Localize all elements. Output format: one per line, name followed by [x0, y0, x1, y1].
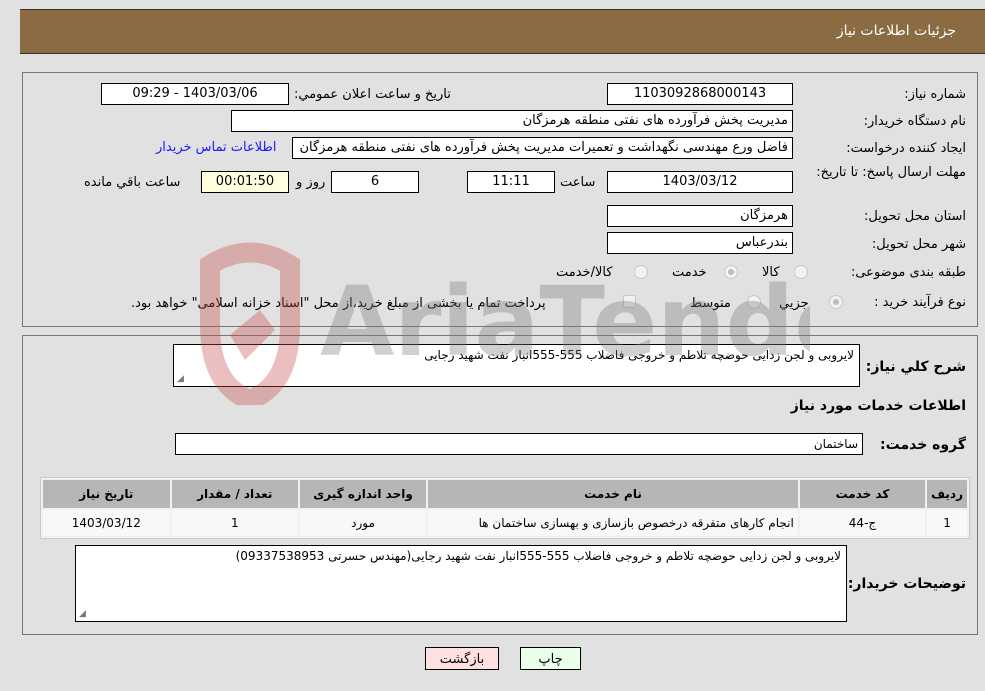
province-label: استان محل تحويل:: [864, 209, 966, 224]
purchase-option-medium: متوسط: [690, 296, 731, 311]
treasury-note: پرداخت تمام یا بخشی از مبلغ خرید،از محل …: [131, 296, 546, 311]
buyer-notes-text: لایروبی و لجن زدایی حوضچه تلاطم و خروجی …: [235, 549, 841, 563]
deadline-date-field: 1403/03/12: [607, 171, 793, 193]
cell-service-name: انجام کارهای متفرقه درخصوص بازسازی و بهس…: [428, 510, 798, 536]
category-radio-service[interactable]: [724, 265, 738, 279]
col-header-service-code: کد خدمت: [799, 480, 926, 508]
back-button[interactable]: بازگشت: [425, 647, 499, 670]
deadline-time-label: ساعت: [560, 175, 596, 190]
announce-datetime-field: 1403/03/06 - 09:29: [101, 83, 289, 105]
col-header-unit: واحد اندازه گيری: [299, 480, 427, 508]
col-header-need-date: تاريخ نياز: [43, 480, 170, 508]
city-field: بندرعباس: [607, 232, 793, 254]
category-radio-goods[interactable]: [794, 265, 808, 279]
summary-textarea[interactable]: لایروبی و لجن زدایی حوضچه تلاطم و خروجی …: [173, 344, 860, 387]
summary-text: لایروبی و لجن زدایی حوضچه تلاطم و خروجی …: [424, 348, 854, 362]
service-group-field: ساختمان: [175, 433, 863, 455]
cell-unit: مورد: [299, 510, 427, 536]
summary-label: شرح کلي نياز:: [865, 359, 966, 375]
province-field: هرمزگان: [607, 205, 793, 227]
buyer-org-label: نام دستگاه خريدار:: [863, 114, 966, 129]
services-heading: اطلاعات خدمات مورد نياز: [790, 398, 966, 414]
purchase-option-minor: جزيي: [779, 296, 809, 311]
time-remaining-field: 00:01:50: [201, 171, 289, 193]
services-table: رديف کد خدمت نام خدمت واحد اندازه گيری ت…: [40, 477, 970, 539]
page-header: جزئیات اطلاعات نیاز: [20, 9, 985, 54]
page-title: جزئیات اطلاعات نیاز: [836, 23, 956, 39]
deadline-time-field: 11:11: [467, 171, 555, 193]
cell-quantity: 1: [171, 510, 298, 536]
category-option-goods-service: کالا/خدمت: [556, 265, 613, 280]
need-number-label: شماره نیاز:: [904, 87, 966, 102]
deadline-label: مهلت ارسال پاسخ: تا تاریخ:: [816, 165, 966, 180]
days-remaining-field: 6: [331, 171, 419, 193]
category-label: طبقه بندی موضوعی:: [850, 265, 966, 280]
cell-row-number: 1: [927, 510, 967, 536]
buyer-notes-textarea[interactable]: لایروبی و لجن زدایی حوضچه تلاطم و خروجی …: [75, 545, 847, 622]
buyer-contact-link[interactable]: اطلاعات تماس خریدار: [156, 140, 276, 155]
table-header-row: رديف کد خدمت نام خدمت واحد اندازه گيری ت…: [43, 480, 967, 508]
resize-grip-icon[interactable]: ◢: [79, 609, 86, 619]
purchase-type-label: نوع فرآيند خريد :: [874, 295, 966, 310]
time-remaining-label: ساعت باقي مانده: [84, 175, 181, 190]
category-option-goods: کالا: [762, 265, 780, 280]
category-radio-goods-service[interactable]: [634, 265, 648, 279]
service-group-label: گروه خدمت:: [880, 437, 966, 453]
announce-datetime-label: تاریخ و ساعت اعلان عمومي:: [294, 87, 451, 102]
table-row: 1 ج-44 انجام کارهای متفرقه درخصوص بازساز…: [43, 510, 967, 536]
requester-label: ايجاد کننده درخواست:: [846, 141, 966, 156]
print-button[interactable]: چاپ: [520, 647, 581, 670]
cell-service-code: ج-44: [799, 510, 926, 536]
col-header-quantity: تعداد / مقدار: [171, 480, 298, 508]
purchase-radio-medium[interactable]: [747, 295, 761, 309]
treasury-checkbox[interactable]: [623, 295, 636, 308]
cell-need-date: 1403/03/12: [43, 510, 170, 536]
buyer-org-field: مدیریت پخش فرآورده های نفتی منطقه هرمزگا…: [231, 110, 793, 132]
buyer-notes-label: توضيحات خريدار:: [847, 576, 966, 592]
requester-field: فاضل ورع مهندسی نگهداشت و تعمیرات مدیریت…: [292, 137, 793, 159]
col-header-row-number: رديف: [927, 480, 967, 508]
col-header-service-name: نام خدمت: [428, 480, 798, 508]
need-number-field: 1103092868000143: [607, 83, 793, 105]
category-option-service: خدمت: [672, 265, 707, 280]
city-label: شهر محل تحويل:: [871, 237, 966, 252]
days-label: روز و: [296, 175, 326, 190]
resize-grip-icon[interactable]: ◢: [177, 374, 184, 384]
purchase-radio-minor[interactable]: [829, 295, 843, 309]
